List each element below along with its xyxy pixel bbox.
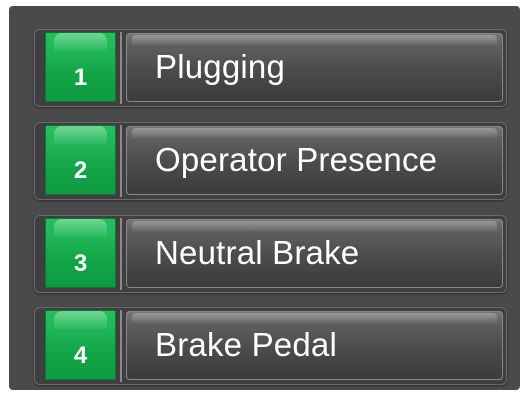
badge-highlight — [54, 126, 107, 144]
item-number-badge: 2 — [45, 125, 116, 195]
menu-panel: 1 Plugging 2 Operator Presence 3 Neutral… — [9, 6, 520, 390]
item-divider — [120, 32, 122, 104]
button-highlight — [132, 313, 497, 323]
item-label-button[interactable]: Brake Pedal — [126, 311, 503, 380]
item-label: Plugging — [155, 48, 286, 85]
item-label: Brake Pedal — [155, 326, 337, 363]
item-label: Neutral Brake — [155, 234, 360, 271]
item-divider — [120, 310, 122, 382]
item-number: 4 — [73, 342, 88, 369]
menu-item-brake-pedal[interactable]: 4 Brake Pedal — [34, 307, 507, 385]
item-divider — [120, 218, 122, 290]
item-number-badge: 4 — [45, 310, 116, 380]
item-number-badge: 1 — [45, 32, 116, 102]
button-highlight — [132, 128, 497, 138]
item-number: 2 — [73, 157, 88, 184]
button-highlight — [132, 35, 497, 45]
item-divider — [120, 125, 122, 197]
item-label: Operator Presence — [155, 141, 438, 178]
item-number: 3 — [73, 250, 88, 277]
menu-item-neutral-brake[interactable]: 3 Neutral Brake — [34, 215, 507, 293]
item-number-badge: 3 — [45, 218, 116, 288]
menu-item-operator-presence[interactable]: 2 Operator Presence — [34, 122, 507, 200]
item-label-button[interactable]: Plugging — [126, 33, 503, 102]
item-label-button[interactable]: Neutral Brake — [126, 219, 503, 288]
badge-highlight — [54, 33, 107, 51]
badge-highlight — [54, 311, 107, 329]
menu-item-plugging[interactable]: 1 Plugging — [34, 29, 507, 107]
item-number: 1 — [73, 64, 88, 91]
button-highlight — [132, 221, 497, 231]
item-label-button[interactable]: Operator Presence — [126, 126, 503, 195]
badge-highlight — [54, 219, 107, 237]
